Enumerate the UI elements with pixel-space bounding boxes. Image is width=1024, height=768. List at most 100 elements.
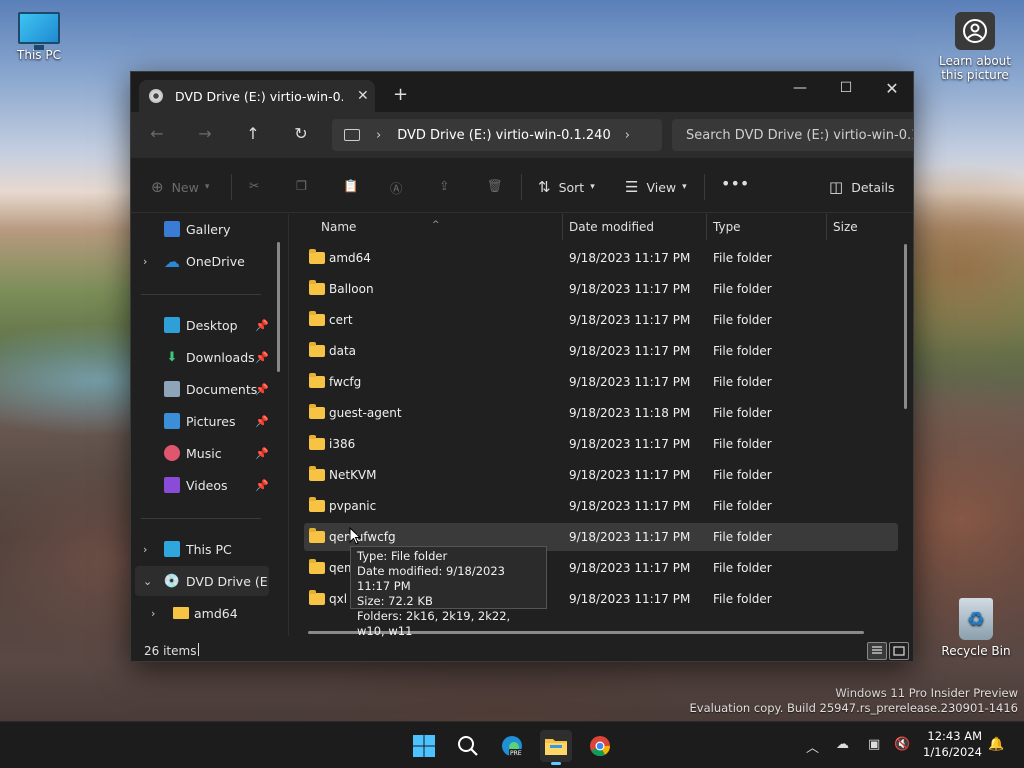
cut-icon[interactable]: ✂ — [249, 178, 259, 193]
edge-browser-button[interactable]: PRE — [496, 730, 528, 762]
notification-bell-icon[interactable]: 🔔 — [988, 737, 1004, 752]
table-row[interactable]: cert 9/18/2023 11:17 PM File folder — [304, 306, 898, 334]
sidebar-item-label: Music — [186, 445, 222, 461]
sidebar-item-amd64[interactable]: › amd64 — [131, 598, 281, 628]
details-label: Details — [851, 179, 895, 195]
volume-muted-icon[interactable]: 🔇 — [894, 737, 910, 752]
search-button[interactable] — [452, 730, 484, 762]
download-icon: ⬇ — [166, 349, 178, 365]
column-size[interactable]: Size — [833, 220, 858, 234]
tooltip-line: Date modified: 9/18/2023 11:17 PM — [357, 564, 505, 593]
column-date-modified[interactable]: Date modified — [569, 220, 654, 234]
divider — [521, 174, 522, 200]
chevron-right-icon[interactable]: › — [376, 128, 381, 143]
column-divider[interactable] — [562, 214, 563, 240]
table-row[interactable]: Balloon 9/18/2023 11:17 PM File folder — [304, 275, 898, 303]
explorer-tab[interactable]: DVD Drive (E:) virtio-win-0.1.240 ✕ — [139, 80, 375, 112]
column-divider[interactable] — [826, 214, 827, 240]
table-row[interactable]: fwcfg 9/18/2023 11:17 PM File folder — [304, 368, 898, 396]
chevron-down-icon[interactable]: ⌄ — [143, 575, 152, 588]
windows-icon — [413, 735, 435, 757]
sidebar-item-videos[interactable]: Videos 📌 — [131, 470, 281, 500]
desktop-icon-learn-about-picture[interactable]: Learn about this picture — [938, 10, 1012, 82]
address-bar[interactable]: › DVD Drive (E:) virtio-win-0.1.240 › — [332, 119, 662, 151]
table-row[interactable]: data 9/18/2023 11:17 PM File folder — [304, 337, 898, 365]
pin-icon[interactable]: 📌 — [255, 319, 269, 332]
back-button[interactable]: ← — [145, 124, 169, 143]
camera-icon — [955, 12, 995, 50]
svg-text:PRE: PRE — [510, 750, 522, 757]
sidebar-item-music[interactable]: Music 📌 — [131, 438, 281, 468]
file-type: File folder — [713, 375, 772, 389]
close-tab-icon[interactable]: ✕ — [357, 88, 369, 104]
new-label: New — [171, 179, 199, 195]
desktop-folder-icon — [164, 317, 180, 333]
minimize-button[interactable]: — — [777, 72, 823, 104]
maximize-button[interactable]: ☐ — [823, 72, 869, 104]
sort-button[interactable]: ⇅ Sort ▾ — [538, 178, 595, 196]
pin-icon[interactable]: 📌 — [255, 383, 269, 396]
sidebar-item-pictures[interactable]: Pictures 📌 — [131, 406, 281, 436]
pin-icon[interactable]: 📌 — [255, 415, 269, 428]
table-row[interactable]: NetKVM 9/18/2023 11:17 PM File folder — [304, 461, 898, 489]
desktop-icon-recycle-bin[interactable]: ♻ Recycle Bin — [940, 598, 1012, 658]
sidebar-item-onedrive[interactable]: › ☁ OneDrive — [131, 246, 281, 276]
details-view-icon[interactable] — [867, 642, 887, 660]
column-name[interactable]: Name — [321, 220, 356, 234]
pin-icon[interactable]: 📌 — [255, 351, 269, 364]
network-icon[interactable]: ▣ — [868, 737, 880, 752]
file-type: File folder — [713, 344, 772, 358]
close-window-button[interactable]: ✕ — [869, 72, 913, 104]
start-button[interactable] — [408, 730, 440, 762]
copy-icon[interactable]: ❐ — [296, 178, 307, 193]
sidebar-item-desktop[interactable]: Desktop 📌 — [131, 310, 281, 340]
chevron-right-icon[interactable]: › — [143, 543, 147, 556]
sidebar-item-label: OneDrive — [186, 253, 245, 269]
search-input[interactable]: Search DVD Drive (E:) virtio-win-0.1.240 — [672, 119, 913, 151]
chevron-right-icon[interactable]: › — [151, 607, 155, 620]
table-row[interactable]: i386 9/18/2023 11:17 PM File folder — [304, 430, 898, 458]
refresh-button[interactable]: ↻ — [289, 124, 313, 143]
sidebar-scrollbar[interactable] — [277, 242, 280, 372]
chevron-up-icon[interactable]: ︿ — [806, 737, 819, 756]
sidebar-item-documents[interactable]: Documents 📌 — [131, 374, 281, 404]
vertical-scrollbar[interactable] — [904, 244, 907, 409]
sidebar-item-this-pc[interactable]: › This PC — [131, 534, 281, 564]
title-bar[interactable]: DVD Drive (E:) virtio-win-0.1.240 ✕ + — … — [131, 72, 913, 112]
desktop-icon-this-pc[interactable]: This PC — [10, 10, 68, 62]
dvd-drive-icon — [149, 89, 163, 103]
chevron-right-icon[interactable]: › — [143, 255, 147, 268]
file-explorer-button[interactable] — [540, 730, 572, 765]
clock[interactable]: 12:43 AM 1/16/2024 — [920, 728, 982, 760]
new-tab-button[interactable]: + — [393, 84, 408, 105]
column-divider[interactable] — [706, 214, 707, 240]
new-button[interactable]: ⊕ New ▾ — [151, 178, 209, 196]
sidebar-item-downloads[interactable]: ⬇ Downloads 📌 — [131, 342, 281, 372]
chrome-browser-button[interactable] — [584, 730, 616, 762]
cloud-offline-icon[interactable]: ☁ — [836, 737, 849, 752]
rename-icon[interactable]: Ⓐ — [390, 178, 403, 197]
watermark-line: Evaluation copy. Build 25947.rs_prerelea… — [689, 701, 1018, 715]
pin-icon[interactable]: 📌 — [255, 447, 269, 460]
file-date: 9/18/2023 11:17 PM — [569, 344, 691, 358]
sidebar-item-label: amd64 — [194, 605, 238, 621]
table-row[interactable]: amd64 9/18/2023 11:17 PM File folder — [304, 244, 898, 272]
column-type[interactable]: Type — [713, 220, 741, 234]
view-button[interactable]: ☰ View ▾ — [625, 178, 687, 196]
address-path[interactable]: DVD Drive (E:) virtio-win-0.1.240 — [397, 128, 611, 143]
up-button[interactable]: ↑ — [241, 124, 265, 143]
sidebar-item-dvd-drive[interactable]: ⌄ 💿 DVD Drive (E:) virtio-win-0.1.240 — [135, 566, 269, 596]
forward-button[interactable]: → — [193, 124, 217, 143]
chevron-right-icon[interactable]: › — [625, 128, 630, 143]
delete-icon[interactable]: 🗑 — [487, 178, 503, 194]
table-row[interactable]: pvpanic 9/18/2023 11:17 PM File folder — [304, 492, 898, 520]
sidebar-item-gallery[interactable]: Gallery — [131, 214, 281, 244]
tiles-view-icon[interactable] — [889, 642, 909, 660]
share-icon[interactable]: ⇪ — [439, 178, 449, 193]
details-button[interactable]: ◫ Details — [829, 178, 895, 196]
paste-icon[interactable]: 📋 — [343, 178, 359, 194]
pin-icon[interactable]: 📌 — [255, 479, 269, 492]
more-options-icon[interactable]: ••• — [721, 174, 749, 193]
dvd-drive-icon: 💿 — [163, 573, 181, 589]
table-row[interactable]: guest-agent 9/18/2023 11:18 PM File folder — [304, 399, 898, 427]
